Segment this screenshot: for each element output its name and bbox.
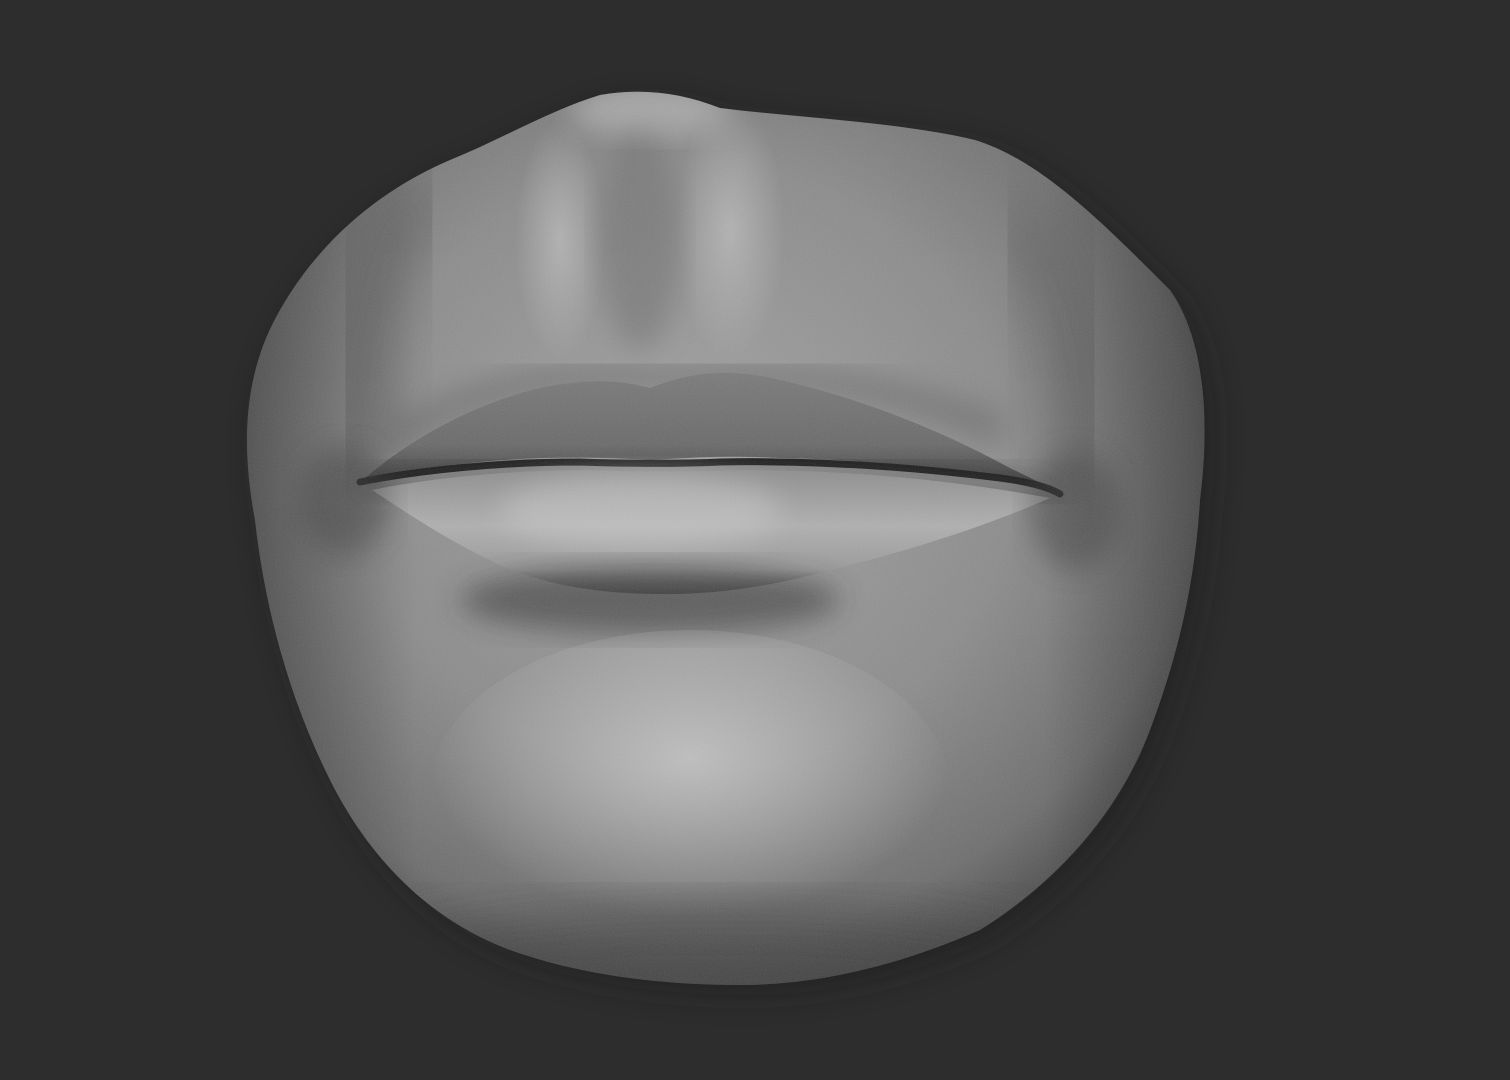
viewport-canvas[interactable] xyxy=(0,0,1510,1080)
sculpted-mouth-model xyxy=(247,91,1215,996)
